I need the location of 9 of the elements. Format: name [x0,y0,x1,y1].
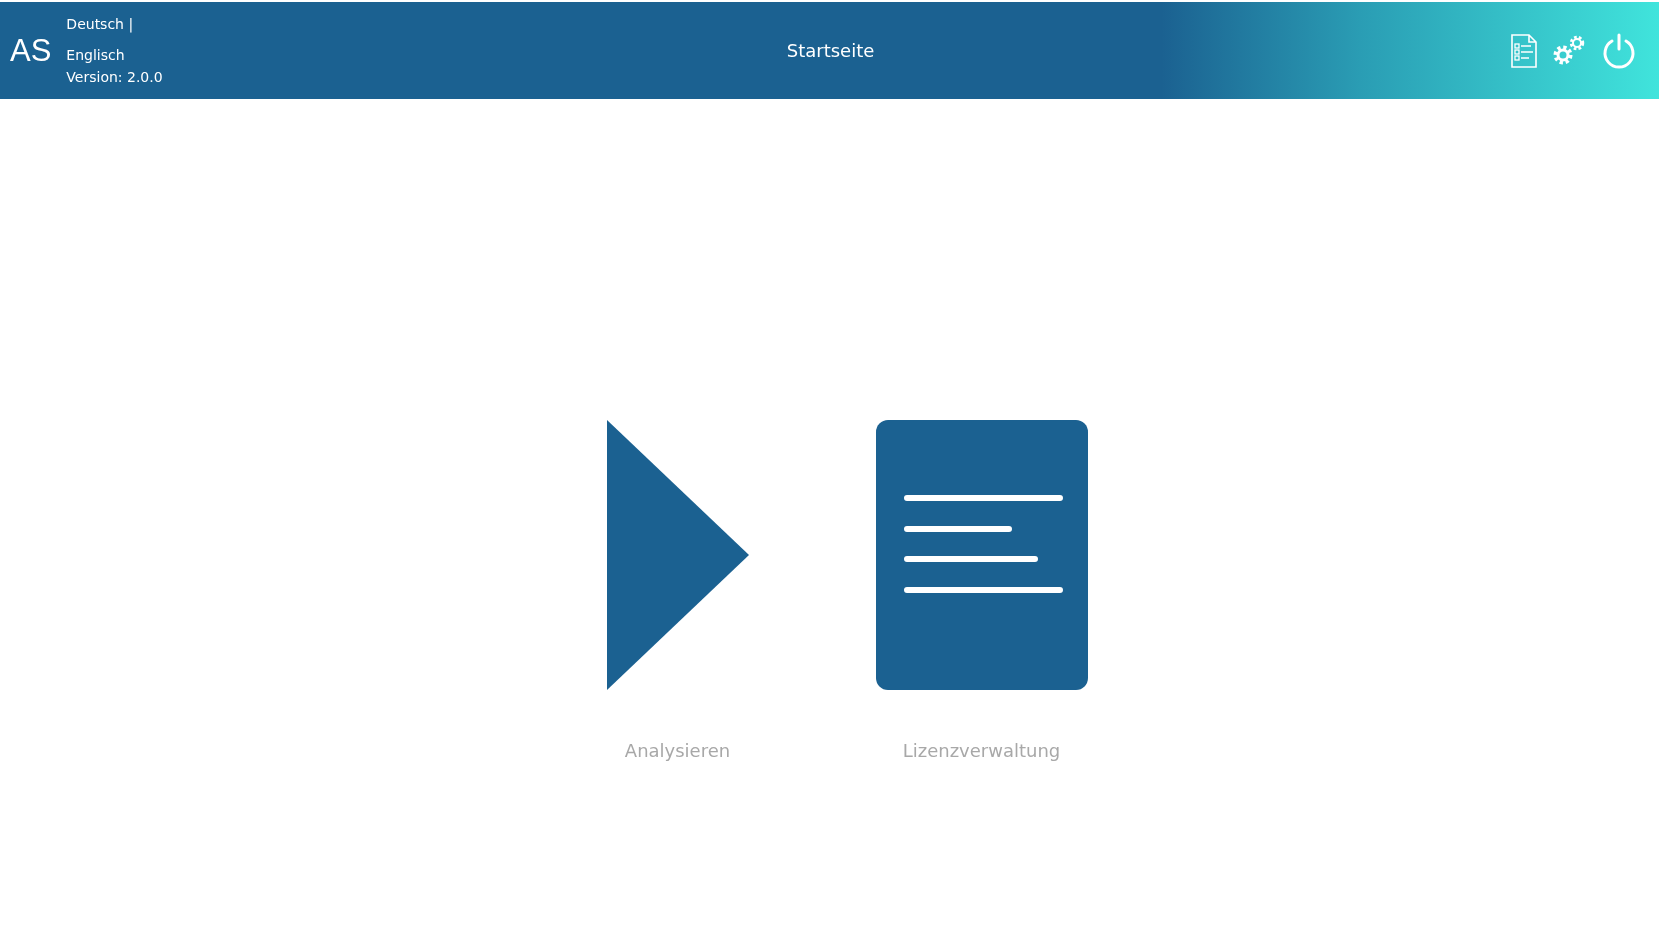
page-title: Startseite [785,40,876,61]
app-logo: AS [10,32,52,69]
language-link[interactable]: Deutsch | [66,13,163,35]
document-icon[interactable] [875,420,1088,690]
report-icon[interactable] [1511,33,1537,68]
version-label: Version: 2.0.0 [66,68,163,87]
play-triangle-icon[interactable] [606,420,749,690]
power-icon[interactable] [1601,32,1637,69]
language-link[interactable]: Englisch [66,44,163,66]
